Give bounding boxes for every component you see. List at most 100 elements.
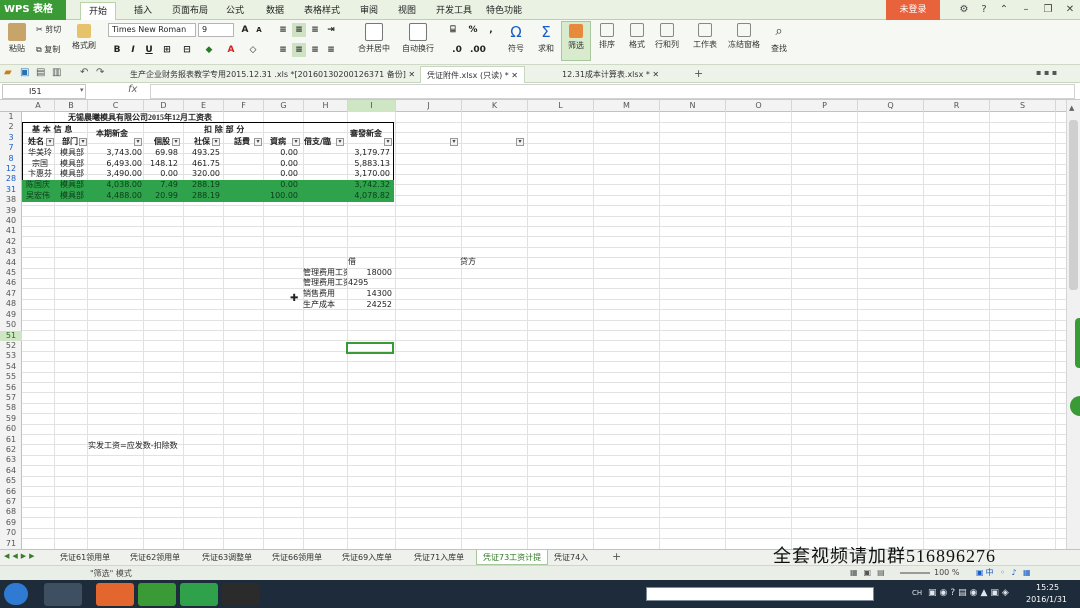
menu-view[interactable]: 视图: [390, 2, 424, 20]
column-header-a[interactable]: A: [22, 100, 55, 112]
format-painter-button[interactable]: 格式刷: [70, 24, 98, 51]
row-header-48[interactable]: 48: [0, 299, 22, 310]
row-header-49[interactable]: 49: [0, 310, 22, 321]
column-header-e[interactable]: E: [184, 100, 224, 112]
row-header-70[interactable]: 70: [0, 528, 22, 539]
menu-developer[interactable]: 开发工具: [428, 2, 480, 20]
row-header-61[interactable]: 61: [0, 435, 22, 446]
border-icon[interactable]: ⊞: [160, 43, 174, 57]
underline-button[interactable]: U: [142, 43, 156, 57]
column-header-k[interactable]: K: [462, 100, 528, 112]
row-header-2[interactable]: 2: [0, 122, 22, 133]
menu-review[interactable]: 审阅: [352, 2, 386, 20]
preview-icon[interactable]: ▥: [52, 67, 61, 78]
collapse-icon[interactable]: ⌃: [996, 2, 1012, 18]
doc-tab-2[interactable]: 凭证附件.xlsx (只读) * ✕: [420, 66, 525, 83]
row-header-52[interactable]: 52: [0, 341, 22, 352]
filter-button[interactable]: 筛选: [561, 21, 591, 61]
menu-home[interactable]: 开始: [80, 2, 117, 20]
column-header-q[interactable]: Q: [858, 100, 924, 112]
menu-table-style[interactable]: 表格样式: [296, 2, 348, 20]
menu-insert[interactable]: 插入: [126, 2, 160, 20]
row-header-28[interactable]: 28: [0, 174, 22, 185]
wrap-text-button[interactable]: 自动换行: [398, 23, 438, 54]
symbol-button[interactable]: Ω 符号: [502, 23, 530, 54]
row-header-46[interactable]: 46: [0, 278, 22, 289]
row-header-45[interactable]: 45: [0, 268, 22, 279]
close-icon[interactable]: ✕: [1062, 2, 1078, 18]
ime-lang[interactable]: CH: [912, 589, 922, 597]
open-folder-icon[interactable]: ▰: [4, 67, 12, 78]
sheet-tab[interactable]: 凭证69入库单: [336, 550, 398, 565]
row-header-8[interactable]: 8: [0, 154, 22, 165]
side-float-button[interactable]: [1070, 396, 1080, 416]
side-panel-tab[interactable]: [1075, 318, 1080, 368]
restore-icon[interactable]: ❐: [1040, 2, 1056, 18]
percent-icon[interactable]: %: [466, 23, 480, 37]
row-header-44[interactable]: 44: [0, 258, 22, 269]
font-color-icon[interactable]: A: [224, 43, 238, 57]
row-header-66[interactable]: 66: [0, 487, 22, 498]
align-bottom-icon[interactable]: ≡: [308, 23, 322, 37]
font-size-select[interactable]: 9: [198, 23, 234, 37]
row-header-38[interactable]: 38: [0, 195, 22, 206]
worksheet-button[interactable]: 工作表: [688, 23, 722, 50]
column-header-o[interactable]: O: [726, 100, 792, 112]
row-header-7[interactable]: 7: [0, 143, 22, 154]
italic-button[interactable]: I: [126, 43, 140, 57]
distribute-icon[interactable]: ≡: [324, 43, 338, 57]
merge-center-button[interactable]: 合并居中: [352, 23, 396, 54]
cut-button[interactable]: ✂ 剪切: [36, 24, 61, 35]
scroll-thumb[interactable]: [1069, 120, 1078, 290]
sum-button[interactable]: Σ 求和: [532, 23, 560, 54]
row-header-41[interactable]: 41: [0, 226, 22, 237]
redo-icon[interactable]: ↷: [96, 67, 104, 78]
column-header-h[interactable]: H: [304, 100, 348, 112]
filter-dropdown-net[interactable]: ▾: [384, 138, 392, 146]
row-header-57[interactable]: 57: [0, 393, 22, 404]
paste-button[interactable]: 粘贴: [4, 23, 30, 54]
row-header-67[interactable]: 67: [0, 497, 22, 508]
fill-color-icon[interactable]: ◆: [202, 43, 216, 57]
rows-cols-button[interactable]: 行和列: [652, 23, 682, 50]
filter-dropdown-tax[interactable]: ▾: [172, 138, 180, 146]
row-header-50[interactable]: 50: [0, 320, 22, 331]
sheet-tab[interactable]: 凭证74入: [548, 550, 602, 565]
format-button[interactable]: 格式: [624, 23, 650, 50]
sheet-tab[interactable]: 凭证66领用单: [266, 550, 328, 565]
menu-formulas[interactable]: 公式: [218, 2, 252, 20]
row-header-39[interactable]: 39: [0, 206, 22, 217]
undo-icon[interactable]: ↶: [80, 67, 88, 78]
filter-dropdown-social[interactable]: ▾: [212, 138, 220, 146]
row-header-65[interactable]: 65: [0, 476, 22, 487]
help-icon[interactable]: ?: [976, 2, 992, 18]
name-box-dropdown-icon[interactable]: ▾: [80, 86, 84, 94]
menu-data[interactable]: 数据: [258, 2, 292, 20]
align-middle-icon[interactable]: ≡: [292, 23, 306, 37]
column-header-b[interactable]: B: [55, 100, 88, 112]
column-header-g[interactable]: G: [264, 100, 304, 112]
column-header-p[interactable]: P: [792, 100, 858, 112]
column-header-m[interactable]: M: [594, 100, 660, 112]
align-right-icon[interactable]: ≡: [308, 43, 322, 57]
column-header-r[interactable]: R: [924, 100, 990, 112]
number-format-icon[interactable]: ⌸: [446, 23, 460, 37]
vertical-scrollbar[interactable]: ▲: [1066, 100, 1080, 549]
sheet-nav-icon[interactable]: ◀◀▶▶: [4, 552, 38, 560]
row-header-58[interactable]: 58: [0, 403, 22, 414]
decimal-icon[interactable]: .0: [450, 43, 464, 57]
column-header-j[interactable]: J: [396, 100, 462, 112]
font-name-select[interactable]: Times New Roman: [108, 23, 196, 37]
minimize-icon[interactable]: –: [1018, 2, 1034, 18]
sheet-tab[interactable]: 凭证63调整单: [196, 550, 258, 565]
align-center-icon[interactable]: ≡: [292, 43, 306, 57]
row-header-43[interactable]: 43: [0, 247, 22, 258]
taskbar-spreadsheet-icon[interactable]: [180, 583, 218, 606]
row-header-60[interactable]: 60: [0, 424, 22, 435]
column-header-f[interactable]: F: [224, 100, 264, 112]
row-header-54[interactable]: 54: [0, 362, 22, 373]
zoom-slider[interactable]: [900, 572, 930, 574]
row-header-71[interactable]: 71: [0, 539, 22, 550]
row-header-68[interactable]: 68: [0, 507, 22, 518]
active-cell[interactable]: [346, 342, 394, 354]
